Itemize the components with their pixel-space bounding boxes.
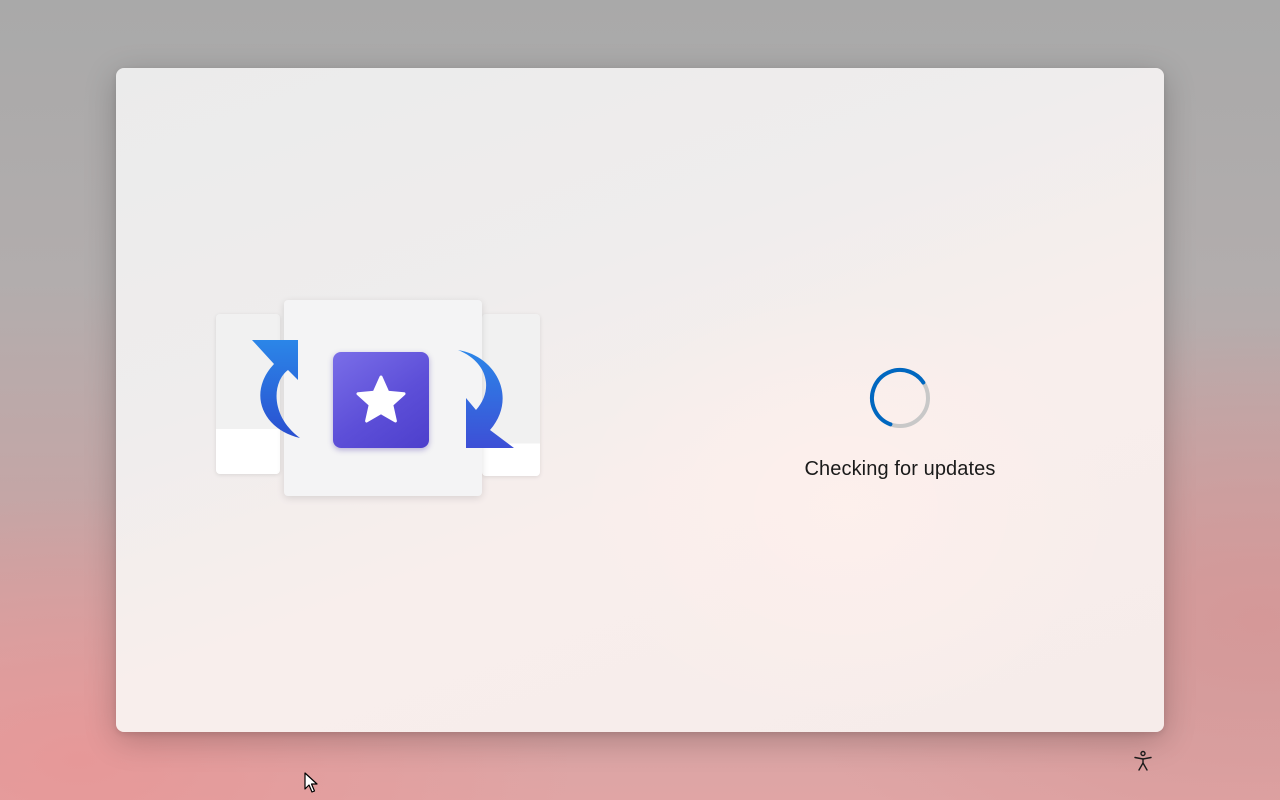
update-illustration [216,300,542,498]
card-glow [566,288,1126,728]
status-message: Checking for updates [804,458,996,480]
oobe-card: Checking for updates [116,68,1164,732]
progress-ring-arc [870,368,930,428]
accessibility-icon[interactable] [1132,750,1154,772]
star-icon [356,375,406,423]
refresh-arrow-right-icon [458,350,514,448]
progress-ring [870,368,930,428]
app-tile [333,352,429,448]
refresh-arrow-left-icon [252,340,300,438]
mouse-pointer-icon [304,772,318,793]
